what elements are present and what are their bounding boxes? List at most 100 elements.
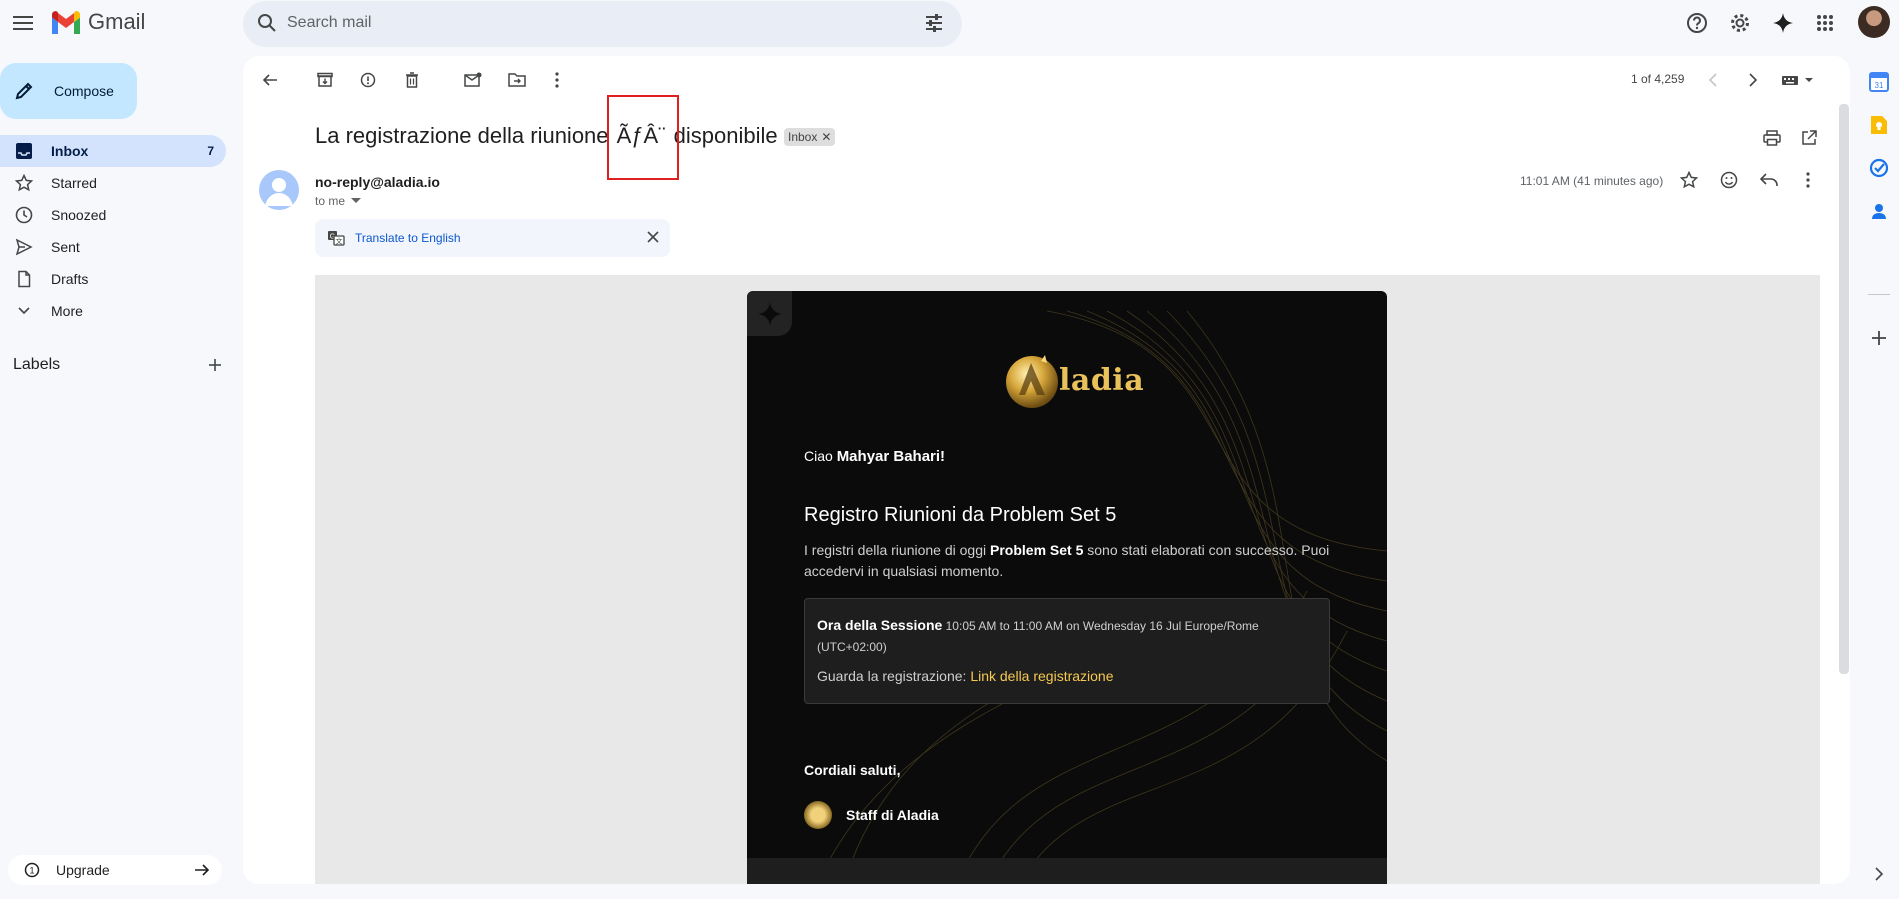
top-bar: Gmail Search mail: [0, 0, 1899, 47]
recipient-text: to me: [315, 194, 346, 208]
message-more-vert-icon[interactable]: [1796, 168, 1820, 192]
chevron-left-icon[interactable]: [1701, 68, 1725, 92]
input-tools-keyboard-icon[interactable]: [1778, 68, 1818, 92]
gmail-logo[interactable]: Gmail: [50, 9, 145, 35]
greeting: Ciao Mahyar Bahari!: [804, 448, 945, 465]
aladia-logo: ladia: [997, 345, 1144, 415]
closing-regards: Cordiali saluti,: [804, 762, 901, 778]
inbox-label-chip[interactable]: Inbox ✕: [784, 128, 836, 146]
label-chip-text: Inbox: [788, 130, 818, 144]
session-info-box: Ora della Sessione 10:05 AM to 11:00 AM …: [804, 598, 1330, 704]
gemini-sparkle-icon[interactable]: [1770, 10, 1796, 36]
message-time: 11:01 AM (41 minutes ago): [1520, 174, 1664, 188]
para-bold: Problem Set 5: [990, 542, 1084, 558]
help-icon[interactable]: [1684, 10, 1710, 36]
labels-title: Labels: [13, 356, 61, 373]
expand-panel-chevron-icon[interactable]: [1867, 862, 1891, 886]
close-icon[interactable]: [646, 230, 660, 244]
sidebar-item-sent[interactable]: Sent: [0, 231, 226, 263]
search-options-icon[interactable]: [924, 13, 944, 33]
contacts-icon[interactable]: [1867, 199, 1891, 223]
message-toolbar: 1 of 4,259: [243, 56, 1850, 102]
card-footer: [747, 858, 1387, 884]
search-input[interactable]: Search mail: [287, 14, 371, 32]
more-vert-icon[interactable]: [545, 68, 569, 92]
compose-button[interactable]: Compose: [0, 63, 137, 119]
print-icon[interactable]: [1760, 126, 1784, 150]
sidebar-item-label: Sent: [51, 239, 80, 255]
search-icon[interactable]: [257, 13, 277, 33]
greeting-prefix: Ciao: [804, 448, 837, 464]
app-name: Gmail: [88, 9, 146, 34]
mark-unread-icon[interactable]: [461, 68, 485, 92]
sidebar-item-starred[interactable]: Starred: [0, 167, 226, 199]
upgrade-button[interactable]: 1 Upgrade: [8, 855, 222, 885]
sidebar-nav: Inbox 7 Starred Snoozed Sent Drafts More: [0, 135, 226, 327]
aladia-email-card: ladia Ciao Mahyar Bahari! Registro Riuni…: [747, 291, 1387, 884]
email-heading: Registro Riunioni da Problem Set 5: [804, 504, 1117, 526]
settings-gear-icon[interactable]: [1727, 10, 1753, 36]
inbox-icon: [14, 141, 34, 161]
pagination-count: 1 of 4,259: [1631, 72, 1685, 86]
sender-email[interactable]: no-reply@aladia.io: [315, 174, 440, 190]
email-subject: La registrazione della riunione ÃƒÂ¨ dis…: [315, 123, 778, 149]
translate-link[interactable]: Translate to English: [355, 231, 461, 245]
gmail-m-icon: [52, 11, 80, 34]
search-bar[interactable]: Search mail: [243, 1, 962, 47]
account-avatar[interactable]: [1858, 6, 1890, 38]
para-prefix: I registri della riunione di oggi: [804, 542, 990, 558]
send-icon: [14, 237, 34, 257]
labels-section-header: Labels: [13, 353, 223, 377]
caret-down-icon: [351, 198, 362, 203]
chevron-right-icon[interactable]: [1741, 68, 1765, 92]
staff-name: Staff di Aladia: [846, 807, 939, 823]
emoji-react-icon[interactable]: [1717, 168, 1741, 192]
session-label: Ora della Sessione: [817, 617, 943, 633]
main-menu-icon[interactable]: [10, 10, 36, 36]
email-paragraph: I registri della riunione di oggi Proble…: [804, 540, 1334, 582]
report-spam-icon[interactable]: [356, 68, 380, 92]
star-icon: [14, 173, 34, 193]
side-panel: 31: [1860, 56, 1899, 899]
recording-prefix: Guarda la registrazione:: [817, 668, 971, 684]
sidebar-item-drafts[interactable]: Drafts: [0, 263, 226, 295]
open-new-window-icon[interactable]: [1797, 126, 1821, 150]
translate-icon: G文: [328, 231, 345, 246]
add-addon-plus-icon[interactable]: [1867, 326, 1891, 350]
back-arrow-icon[interactable]: [258, 68, 282, 92]
arrow-right-icon: [195, 864, 210, 876]
remove-label-icon[interactable]: ✕: [821, 130, 831, 144]
translate-banner: G文 Translate to English: [315, 219, 670, 257]
reply-icon[interactable]: [1757, 168, 1781, 192]
upgrade-label: Upgrade: [56, 862, 110, 878]
scrollbar[interactable]: [1839, 104, 1849, 674]
side-panel-divider: [1868, 294, 1890, 295]
calendar-icon[interactable]: 31: [1867, 70, 1891, 94]
recording-link[interactable]: Link della registrazione: [970, 668, 1113, 684]
sidebar-item-label: Starred: [51, 175, 97, 191]
add-label-plus-icon[interactable]: [207, 357, 223, 373]
recipient-details[interactable]: to me: [315, 194, 362, 208]
subject-text-end: disponibile: [667, 123, 778, 148]
star-icon[interactable]: [1677, 168, 1701, 192]
move-to-folder-icon[interactable]: [505, 68, 529, 92]
apps-grid-icon[interactable]: [1812, 10, 1838, 36]
archive-icon[interactable]: [313, 68, 337, 92]
email-body: ladia Ciao Mahyar Bahari! Registro Riuni…: [315, 275, 1820, 884]
aladia-emblem-icon: [1006, 355, 1058, 408]
subject-text-start: La registrazione della riunione: [315, 123, 615, 148]
svg-text:文: 文: [336, 236, 343, 245]
sender-avatar[interactable]: [259, 170, 299, 210]
trash-icon[interactable]: [400, 68, 424, 92]
sidebar-item-snoozed[interactable]: Snoozed: [0, 199, 226, 231]
sidebar-item-label: Inbox: [51, 143, 89, 159]
sidebar-item-more[interactable]: More: [0, 295, 226, 327]
keep-icon[interactable]: [1867, 113, 1891, 137]
sidebar-item-inbox[interactable]: Inbox 7: [0, 135, 226, 167]
recipient-name: Mahyar Bahari!: [836, 448, 946, 465]
session-time: Ora della Sessione 10:05 AM to 11:00 AM …: [817, 615, 1317, 658]
sparkle-badge-icon: [747, 291, 792, 336]
staff-signature: Staff di Aladia: [804, 801, 939, 829]
compose-label: Compose: [54, 83, 114, 99]
tasks-icon[interactable]: [1867, 156, 1891, 180]
